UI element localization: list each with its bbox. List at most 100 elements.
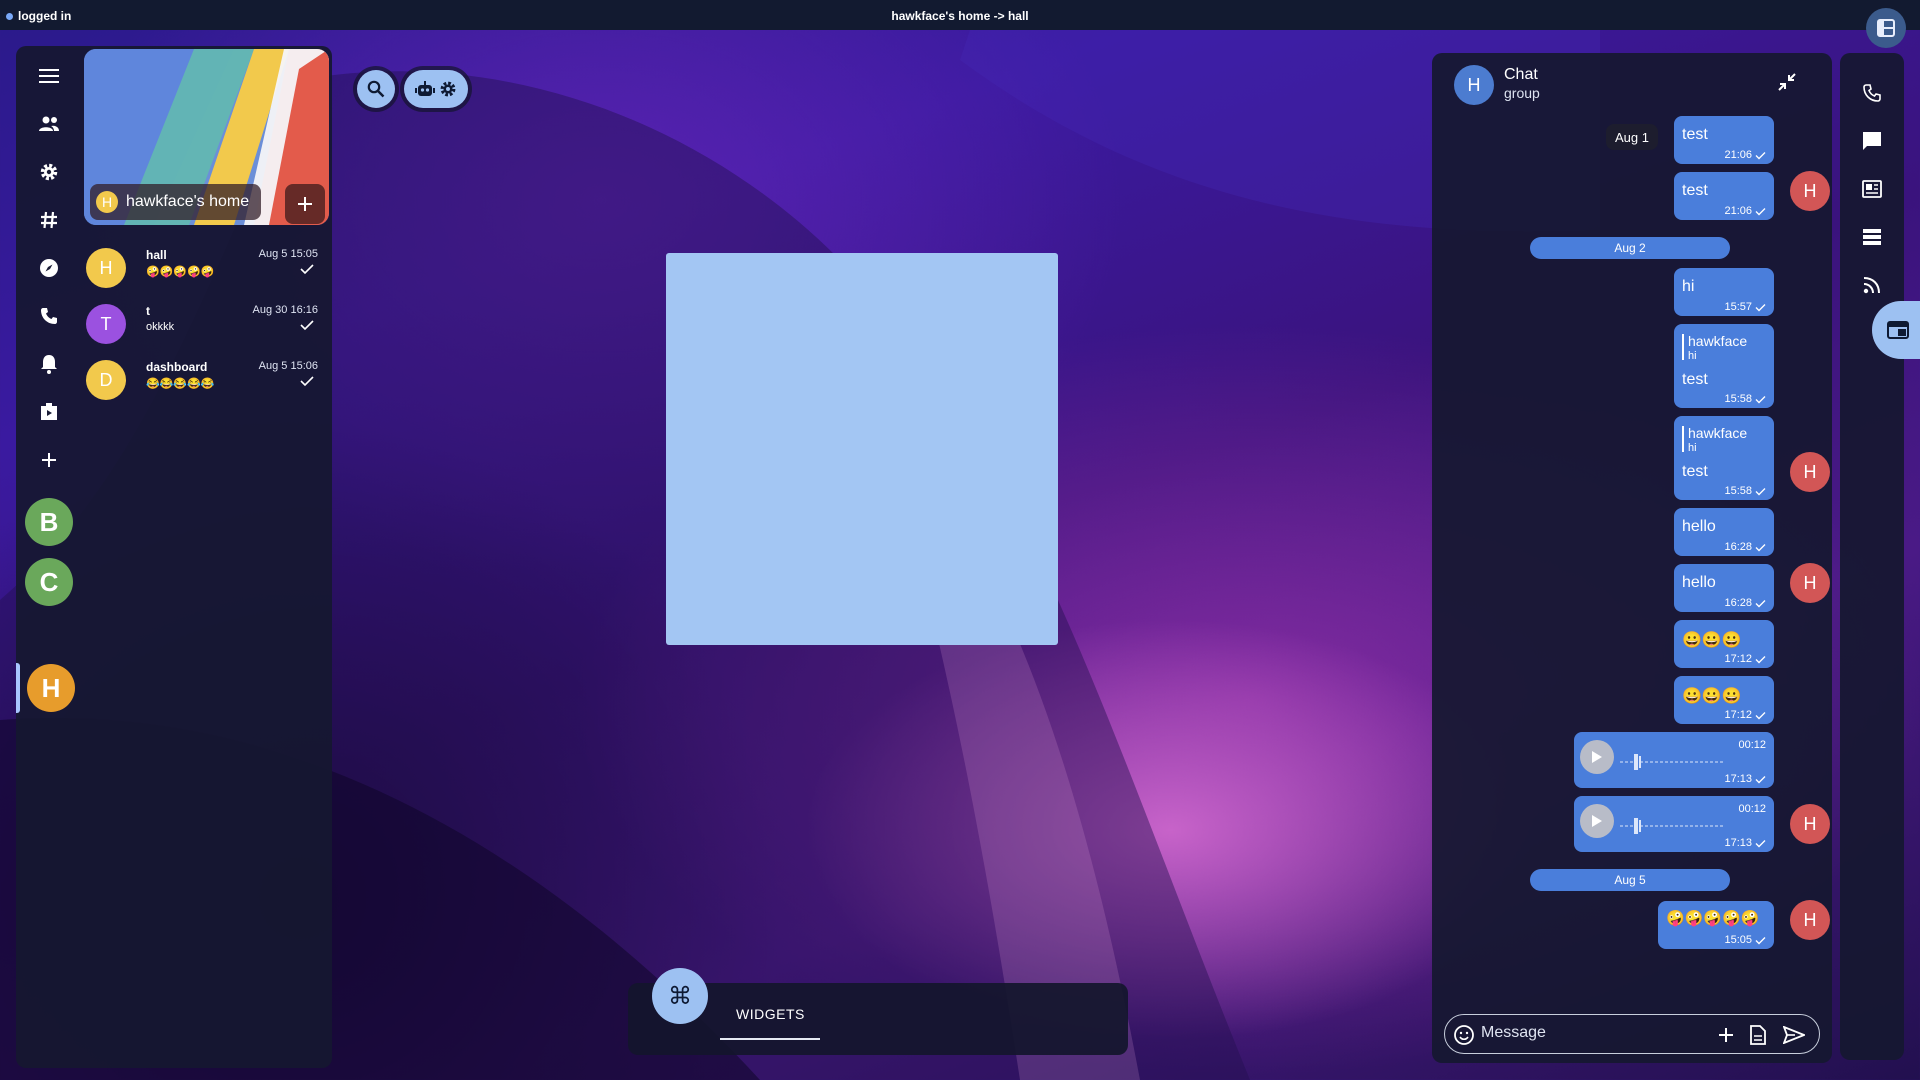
room-time: Aug 30 16:16 (252, 304, 318, 316)
settings-button[interactable] (37, 160, 61, 184)
emoji-icon[interactable] (1453, 1024, 1475, 1046)
space-name-chip[interactable]: H hawkface's home (90, 184, 262, 220)
message-time: 17:13 (1724, 837, 1752, 849)
room-name: dashboard (146, 360, 208, 374)
chat-avatar: H (1454, 65, 1494, 105)
robot-icon (415, 81, 435, 96)
sender-avatar[interactable]: H (1790, 900, 1830, 940)
space-banner: H hawkface's home (84, 49, 329, 225)
calls-button[interactable] (37, 304, 61, 328)
media-button[interactable] (37, 400, 61, 424)
reply-quote-bar (1682, 426, 1684, 452)
reply-author: hawkface (1688, 333, 1748, 349)
people-button[interactable] (37, 112, 61, 136)
search-icon (367, 80, 385, 98)
message-text: hello (1682, 518, 1716, 535)
send-icon (1783, 1026, 1805, 1044)
message-bubble[interactable]: 😀😀😀 17:12 (1674, 620, 1774, 668)
message-text: test (1682, 463, 1708, 480)
window-icon (1887, 321, 1909, 339)
read-check-icon (1755, 543, 1766, 551)
news-button[interactable] (1860, 177, 1884, 201)
play-button[interactable] (1580, 804, 1614, 838)
people-icon (39, 116, 59, 131)
voice-message-bubble[interactable]: 00:12 17:13 (1574, 732, 1774, 788)
message-time: 17:12 (1724, 709, 1752, 721)
room-preview: 😂😂😂😂😂 (146, 378, 215, 390)
explore-button[interactable] (37, 256, 61, 280)
layout-button[interactable] (1866, 8, 1906, 48)
message-text: 😀😀😀 (1682, 632, 1742, 649)
layout-icon (1877, 19, 1895, 37)
channels-button[interactable] (37, 208, 61, 232)
space-letter: C (39, 566, 59, 597)
phone-icon (41, 308, 57, 324)
reply-message-bubble[interactable]: hawkface hi test 15:58 (1674, 324, 1774, 408)
room-item-dashboard[interactable]: D dashboard Aug 5 15:06 😂😂😂😂😂 (86, 356, 326, 406)
add-space-button[interactable] (37, 448, 61, 472)
tab-widgets[interactable]: WIDGETS (720, 996, 820, 1040)
message-bubble[interactable]: test 21:06 (1674, 172, 1774, 220)
message-bubble[interactable]: 😀😀😀 17:12 (1674, 676, 1774, 724)
send-button[interactable] (1783, 1024, 1805, 1046)
sender-avatar[interactable]: H (1790, 171, 1830, 211)
space-avatar-c[interactable]: C (25, 558, 73, 606)
chat-panel: H Chat group Aug 1 test 21:06 test 21:06… (1432, 53, 1832, 1063)
search-button[interactable] (353, 66, 399, 112)
newspaper-icon (1862, 180, 1882, 198)
message-meta: 15:58 (1724, 485, 1766, 497)
notifications-button[interactable] (37, 352, 61, 376)
server-button[interactable] (1860, 225, 1884, 249)
space-avatar-h[interactable]: H (27, 664, 75, 712)
menu-button[interactable] (37, 64, 61, 88)
message-bubble[interactable]: hi 15:57 (1674, 268, 1774, 316)
sender-avatar[interactable]: H (1790, 563, 1830, 603)
chat-subtitle: group (1504, 85, 1540, 101)
add-room-button[interactable] (285, 184, 325, 224)
message-time: 21:06 (1724, 205, 1752, 217)
sender-avatar[interactable]: H (1790, 804, 1830, 844)
message-bubble[interactable]: test 21:06 (1674, 116, 1774, 164)
message-bubble[interactable]: hello 16:28 (1674, 508, 1774, 556)
compass-icon (40, 259, 58, 277)
add-attachment-button[interactable] (1715, 1024, 1737, 1046)
bot-settings-button[interactable] (400, 66, 472, 112)
voice-duration: 00:12 (1738, 803, 1766, 815)
collapse-button[interactable] (1774, 69, 1800, 95)
room-avatar: D (86, 360, 126, 400)
command-button[interactable]: ⌘ (652, 968, 708, 1024)
message-input[interactable] (1481, 1024, 1711, 1042)
message-time: 15:57 (1724, 301, 1752, 313)
chat-button[interactable] (1860, 129, 1884, 153)
widget-placeholder[interactable] (666, 253, 1058, 645)
message-text: 😀😀😀 (1682, 688, 1742, 705)
read-check-icon (1755, 151, 1766, 159)
play-icon (1592, 815, 1602, 827)
menu-icon (39, 69, 59, 83)
voice-message-bubble[interactable]: 00:12 17:13 (1574, 796, 1774, 852)
widget-window-button[interactable] (1872, 301, 1920, 359)
phone-icon (1863, 84, 1881, 102)
rss-icon (1863, 277, 1880, 294)
space-avatar-b[interactable]: B (25, 498, 73, 546)
room-item-t[interactable]: T t Aug 30 16:16 okkkk (86, 300, 326, 350)
sender-avatar[interactable]: H (1790, 452, 1830, 492)
message-meta: 17:13 (1724, 773, 1766, 785)
date-separator: Aug 2 (1530, 237, 1730, 259)
bell-icon (41, 355, 57, 374)
left-rail: B C H (16, 46, 82, 1068)
plus-icon (1719, 1028, 1733, 1042)
message-bubble[interactable]: hello 16:28 (1674, 564, 1774, 612)
play-button[interactable] (1580, 740, 1614, 774)
call-button[interactable] (1860, 81, 1884, 105)
message-meta: 16:28 (1724, 541, 1766, 553)
room-avatar: H (86, 248, 126, 288)
read-check-icon (1755, 775, 1766, 783)
waveform-icon (1620, 818, 1724, 834)
room-item-hall[interactable]: H hall Aug 5 15:05 🤪🤪🤪🤪🤪 (86, 244, 326, 294)
message-bubble[interactable]: 🤪🤪🤪🤪🤪 15:05 (1658, 901, 1774, 949)
feed-button[interactable] (1860, 273, 1884, 297)
attach-file-button[interactable] (1747, 1024, 1769, 1046)
reply-message-bubble[interactable]: hawkface hi test 15:58 (1674, 416, 1774, 500)
window-title: hawkface's home -> hall (891, 9, 1029, 23)
